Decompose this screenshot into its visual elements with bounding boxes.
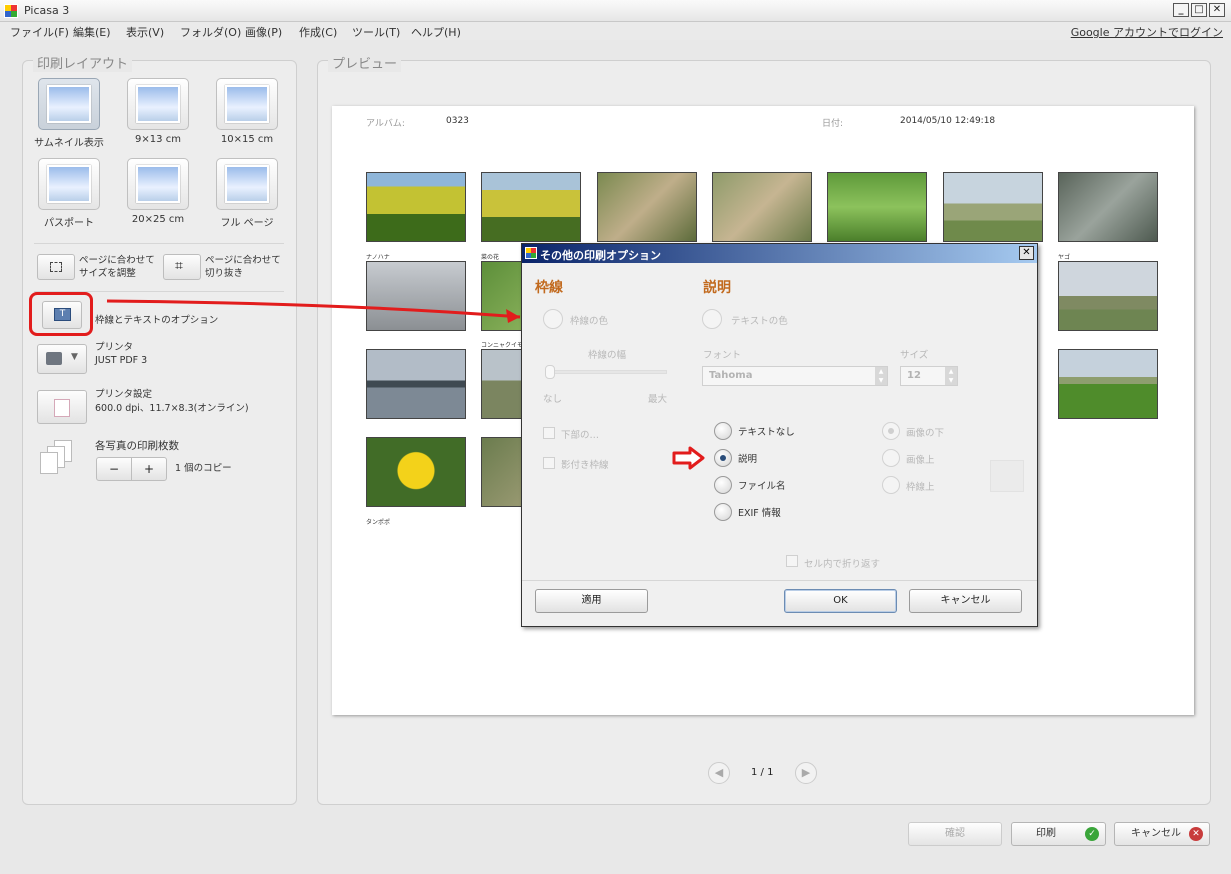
radio-below-image-label: 画像の下 [906,428,945,439]
annotation-pointer-arrow [672,446,705,470]
width-min-label: なし [543,394,563,405]
radio-filename[interactable] [714,476,732,494]
radio-caption-label: 説明 [738,454,758,465]
shadow-border-check-label: 影付き枠線 [561,460,609,471]
dialog-title-bar: その他の印刷オプション ✕ [522,244,1037,263]
text-color-label: テキストの色 [731,316,788,327]
bottom-check[interactable] [543,427,555,439]
border-width-slider[interactable] [549,370,667,374]
radio-no-text[interactable] [714,422,732,440]
border-color-label: 枠線の色 [570,316,609,327]
spin-down-icon: ▼ [948,377,954,384]
apply-button[interactable]: 適用 [535,589,648,613]
dialog-cancel-button[interactable]: キャンセル [909,589,1022,613]
spin-up-icon: ▲ [878,368,884,375]
radio-exif[interactable] [714,503,732,521]
radio-exif-label: EXIF 情報 [738,508,781,519]
caption-heading: 説明 [703,280,731,296]
border-color-picker[interactable] [543,309,563,329]
radio-on-border[interactable] [882,476,900,494]
wrap-in-cell-label: セル内で折り返す [804,559,881,570]
size-select[interactable]: 12 ▲ ▼ [900,366,958,386]
border-heading: 枠線 [535,280,563,296]
radio-on-image[interactable] [882,449,900,467]
size-value: 12 [907,370,921,381]
slider-handle[interactable] [545,365,555,379]
print-options-dialog: その他の印刷オプション ✕ 枠線 説明 枠線の色 テキストの色 枠線の幅 なし … [521,243,1038,627]
text-color-picker[interactable] [702,309,722,329]
size-spinner[interactable]: ▲ ▼ [945,367,957,385]
spin-up-icon: ▲ [948,368,954,375]
position-preview-icon [990,460,1024,492]
bottom-check-label: 下部の… [561,430,600,441]
border-width-label: 枠線の幅 [588,350,627,361]
ok-button[interactable]: OK [784,589,897,613]
font-value: Tahoma [709,370,753,381]
radio-below-image[interactable] [882,422,900,440]
font-select[interactable]: Tahoma ▲ ▼ [702,366,888,386]
radio-on-image-label: 画像上 [906,455,935,466]
radio-on-border-label: 枠線上 [906,482,935,493]
font-label: フォント [703,350,742,361]
radio-filename-label: ファイル名 [738,481,786,492]
radio-no-text-label: テキストなし [738,427,795,438]
spin-down-icon: ▼ [878,377,884,384]
divider [522,580,1037,581]
font-spinner[interactable]: ▲ ▼ [875,367,887,385]
width-max-label: 最大 [648,394,668,405]
radio-caption[interactable] [714,449,732,467]
shadow-border-check[interactable] [543,457,555,469]
dialog-close-button[interactable]: ✕ [1019,246,1034,260]
size-label: サイズ [900,350,929,361]
picasa-icon [525,247,537,259]
wrap-in-cell-check[interactable] [786,555,798,567]
dialog-title: その他の印刷オプション [540,249,661,262]
